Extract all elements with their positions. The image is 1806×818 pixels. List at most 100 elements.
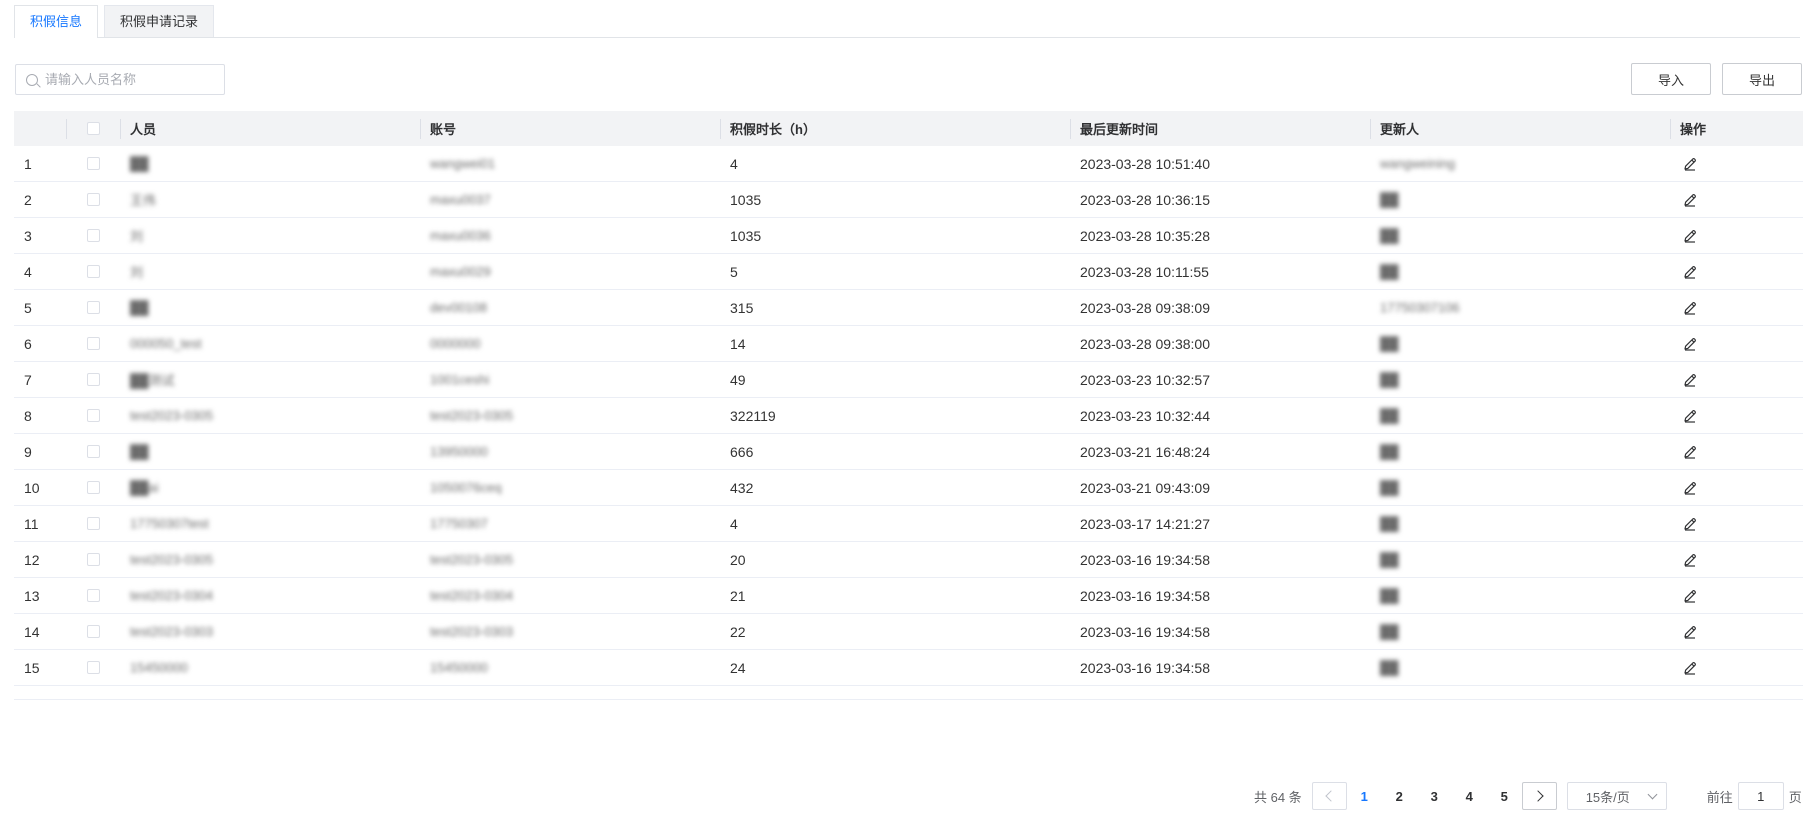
row-checkbox[interactable] <box>86 517 100 530</box>
row-checkbox[interactable] <box>86 229 100 242</box>
edit-icon[interactable] <box>1682 336 1698 352</box>
duration-value: 322119 <box>730 407 776 424</box>
page-size-select[interactable]: 15条/页 <box>1566 782 1667 810</box>
edit-icon[interactable] <box>1682 588 1698 604</box>
updater-cell: ██ <box>1370 254 1670 289</box>
account-value: maxu0036 <box>430 228 491 243</box>
edit-icon[interactable] <box>1682 156 1698 172</box>
actions-cell <box>1670 326 1803 361</box>
row-checkbox-cell <box>66 290 120 325</box>
header-index <box>14 111 66 146</box>
edit-icon[interactable] <box>1682 408 1698 424</box>
prev-page-button[interactable] <box>1311 782 1347 810</box>
account-cell: 1001ceshi <box>420 362 720 397</box>
page-2[interactable]: 2 <box>1382 789 1417 804</box>
updated-at-value: 2023-03-28 10:51:40 <box>1080 155 1210 172</box>
search-box[interactable] <box>15 64 225 95</box>
updater-value: ██ <box>1380 588 1399 603</box>
updater-value: ██ <box>1380 444 1399 459</box>
account-cell: test2023-0303 <box>420 614 720 649</box>
row-checkbox[interactable] <box>86 265 100 278</box>
goto-suffix: 页 <box>1788 789 1802 805</box>
row-checkbox-cell <box>66 650 120 685</box>
table-row: 15 15450000 15450000 24 2023-03-16 19:34:58 █… <box>14 650 1803 686</box>
page-5[interactable]: 5 <box>1487 789 1522 804</box>
tab-leave-info[interactable]: 积假信息 <box>14 5 99 38</box>
updated-at-value: 2023-03-21 09:43:09 <box>1080 479 1210 496</box>
chevron-right-icon <box>1532 790 1544 802</box>
row-checkbox[interactable] <box>86 409 100 422</box>
edit-icon[interactable] <box>1682 444 1698 460</box>
row-index: 6 <box>24 335 32 352</box>
page-3[interactable]: 3 <box>1417 789 1452 804</box>
edit-icon[interactable] <box>1682 516 1698 532</box>
updater-cell: ██ <box>1370 182 1670 217</box>
row-checkbox-cell <box>66 614 120 649</box>
row-checkbox[interactable] <box>86 301 100 314</box>
duration-value: 24 <box>730 659 746 676</box>
edit-icon[interactable] <box>1682 228 1698 244</box>
row-checkbox[interactable] <box>86 625 100 638</box>
next-page-button[interactable] <box>1521 782 1557 810</box>
updated-at-value: 2023-03-28 09:38:00 <box>1080 335 1210 352</box>
person-cell: 刘 <box>120 218 420 253</box>
duration-value: 5 <box>730 263 738 280</box>
header-updated-at: 最后更新时间 <box>1070 111 1370 146</box>
duration-value: 4 <box>730 515 738 532</box>
page-1[interactable]: 1 <box>1347 789 1382 804</box>
row-checkbox[interactable] <box>86 373 100 386</box>
person-name: 000050_test <box>130 336 202 351</box>
account-cell: 0000000 <box>420 326 720 361</box>
row-checkbox-cell <box>66 218 120 253</box>
tab-leave-application-records[interactable]: 积假申请记录 <box>104 5 215 37</box>
person-cell: 15450000 <box>120 650 420 685</box>
edit-icon[interactable] <box>1682 552 1698 568</box>
page-4[interactable]: 4 <box>1452 789 1487 804</box>
duration-value: 1035 <box>730 227 762 244</box>
edit-icon[interactable] <box>1682 480 1698 496</box>
edit-icon[interactable] <box>1682 624 1698 640</box>
import-button[interactable]: 导入 <box>1631 63 1711 95</box>
edit-icon[interactable] <box>1682 192 1698 208</box>
table-row: 14 test2023-0303 test2023-0303 22 2023-03-16… <box>14 614 1803 650</box>
table-row: 3 刘 maxu0036 1035 2023-03-28 10:35:28 ██ <box>14 218 1803 254</box>
person-name: 王伟 <box>130 193 157 208</box>
account-cell: 17750307 <box>420 506 720 541</box>
person-name: ██ <box>130 444 149 459</box>
account-cell: test2023-0305 <box>420 542 720 577</box>
updated-at-value: 2023-03-28 10:11:55 <box>1080 263 1209 280</box>
edit-icon[interactable] <box>1682 660 1698 676</box>
edit-icon[interactable] <box>1682 372 1698 388</box>
row-checkbox[interactable] <box>86 481 100 494</box>
export-button[interactable]: 导出 <box>1722 63 1802 95</box>
row-checkbox[interactable] <box>86 445 100 458</box>
person-cell: test2023-0305 <box>120 542 420 577</box>
updated-at-value: 2023-03-16 19:34:58 <box>1080 623 1210 640</box>
goto-page-input[interactable] <box>1737 782 1784 810</box>
select-all-checkbox[interactable] <box>86 122 100 135</box>
row-checkbox[interactable] <box>86 193 100 206</box>
row-checkbox[interactable] <box>86 661 100 674</box>
leave-table: 人员 账号 积假时长（h） 最后更新时间 更新人 操作 1 ██ wangwei01… <box>14 111 1803 700</box>
person-cell: 17750307test <box>120 506 420 541</box>
edit-icon[interactable] <box>1682 264 1698 280</box>
edit-icon[interactable] <box>1682 300 1698 316</box>
updater-value: ██ <box>1380 372 1399 387</box>
search-input[interactable] <box>45 72 215 87</box>
duration-value: 14 <box>730 335 746 352</box>
updater-cell: ██ <box>1370 542 1670 577</box>
goto-label: 前往 <box>1706 789 1733 805</box>
person-name: ██测试 <box>130 373 175 388</box>
row-checkbox[interactable] <box>86 337 100 350</box>
person-name: 刘 <box>130 229 144 244</box>
account-cell: dev00108 <box>420 290 720 325</box>
duration-value: 315 <box>730 299 754 316</box>
row-checkbox[interactable] <box>86 157 100 170</box>
account-cell: wangwei01 <box>420 146 720 181</box>
account-cell: 1050076ceq <box>420 470 720 505</box>
row-checkbox[interactable] <box>86 553 100 566</box>
actions-cell <box>1670 362 1803 397</box>
row-checkbox[interactable] <box>86 589 100 602</box>
actions-cell <box>1670 146 1803 181</box>
actions-cell <box>1670 470 1803 505</box>
